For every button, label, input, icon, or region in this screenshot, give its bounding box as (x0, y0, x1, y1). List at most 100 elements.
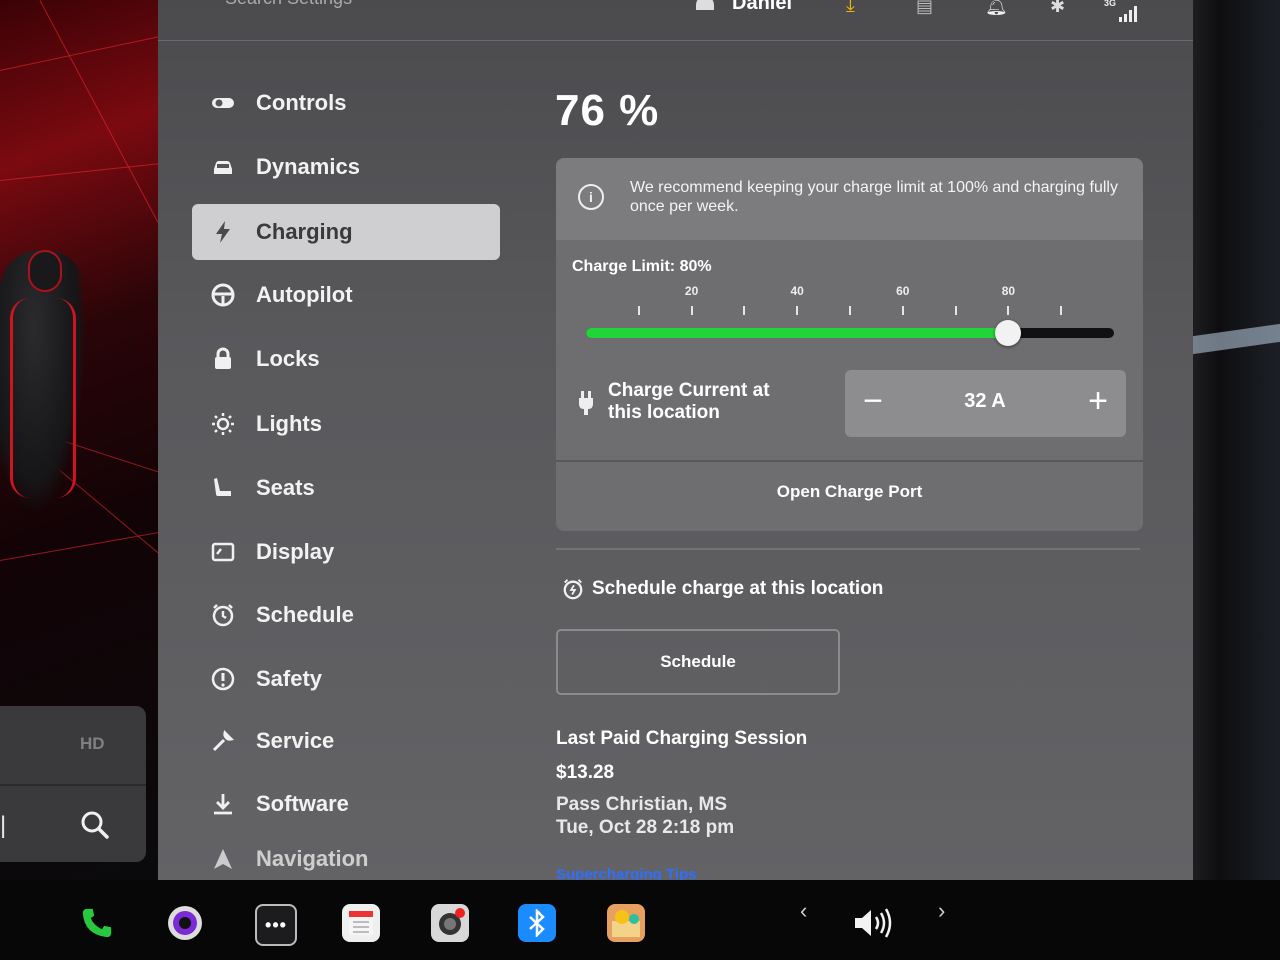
increase-current-button[interactable]: + (1084, 384, 1112, 422)
tick-mark (849, 306, 851, 315)
last-session-title: Last Paid Charging Session (556, 728, 808, 749)
media-player-card[interactable] (0, 706, 146, 862)
wrench-icon (210, 728, 236, 754)
sidebar-item-controls[interactable]: Controls (192, 75, 500, 131)
card-divider (556, 460, 1143, 462)
decrease-current-button[interactable]: − (859, 384, 887, 422)
last-session-amount: $13.28 (556, 762, 615, 783)
recommendation-text: We recommend keeping your charge limit a… (630, 179, 1118, 215)
robot-figure (0, 250, 85, 510)
chevron-right-icon[interactable]: › (938, 898, 945, 924)
chevron-left-icon[interactable]: ‹ (800, 898, 807, 924)
tick-mark (690, 306, 693, 315)
phone-icon[interactable] (78, 904, 116, 942)
tick-label: 20 (684, 284, 699, 298)
supercharging-tips-link[interactable]: Supercharging Tips (556, 866, 697, 880)
charge-limit-scale: 20 40 60 80 (586, 284, 1114, 318)
tick-mark (796, 306, 799, 315)
tick-mark (954, 306, 957, 315)
user-profile-icon[interactable] (696, 0, 714, 10)
alarm-clock-icon (563, 579, 583, 600)
signal-strength-icon (1119, 6, 1137, 22)
tick-label: 60 (896, 284, 910, 298)
network-type-label: 3G (1104, 0, 1117, 8)
recommendation-banner: i We recommend keeping your charge limit… (556, 158, 1143, 240)
calendar-icon[interactable] (342, 904, 380, 942)
section-divider (556, 548, 1140, 550)
more-apps-icon[interactable]: ••• (255, 904, 297, 946)
schedule-heading-text: Schedule charge at this location (592, 578, 884, 599)
charge-limit-slider[interactable] (586, 320, 1114, 346)
volume-icon[interactable] (850, 904, 898, 942)
sidebar-item-label: Display (256, 539, 335, 564)
info-icon: i (578, 184, 604, 210)
battery-percentage: 76 % (555, 86, 660, 135)
steering-wheel-icon (210, 282, 236, 308)
garage-icon[interactable]: ▤ (916, 0, 933, 17)
open-charge-port-button[interactable]: Open Charge Port (556, 482, 1143, 502)
bluetooth-app-icon[interactable] (518, 904, 556, 942)
media-control-icon[interactable]: | (0, 812, 6, 840)
sidebar-item-software[interactable]: Software (192, 776, 500, 832)
charge-limit-thumb[interactable] (995, 320, 1022, 346)
toggle-icon (210, 90, 236, 116)
lightning-icon (210, 219, 236, 245)
sidebar-item-lights[interactable]: Lights (192, 396, 500, 452)
sidebar-item-safety[interactable]: Safety (192, 651, 500, 707)
charge-limit-label: Charge Limit: 80% (572, 258, 712, 275)
charge-current-label: Charge Current at this location (608, 380, 770, 423)
tick-label: 40 (790, 284, 804, 298)
search-icon[interactable] (80, 810, 110, 840)
sidebar-item-label: Locks (256, 346, 320, 371)
last-session-location: Pass Christian, MS (556, 794, 728, 815)
search-settings-field[interactable]: Search Settings (225, 0, 352, 9)
sidebar-item-label: Seats (256, 475, 315, 500)
dashcam-icon[interactable] (431, 904, 469, 942)
alarm-clock-icon (210, 602, 236, 628)
sidebar-item-charging[interactable]: Charging (192, 204, 500, 260)
camera-app-icon[interactable] (166, 904, 204, 942)
sidebar-item-autopilot[interactable]: Autopilot (192, 267, 500, 323)
lock-icon (210, 346, 236, 372)
schedule-button[interactable]: Schedule (556, 629, 840, 695)
sidebar-item-label: Autopilot (256, 282, 353, 307)
sidebar-item-service[interactable]: Service (192, 713, 500, 769)
bluetooth-icon[interactable]: ✱ (1050, 0, 1065, 17)
sidebar-item-label: Service (256, 728, 335, 753)
last-session-date: Tue, Oct 28 2:18 pm (556, 817, 735, 838)
sidebar-item-navigation[interactable]: Navigation (192, 838, 500, 880)
sidebar-item-locks[interactable]: Locks (192, 331, 500, 387)
download-update-icon[interactable]: ⤓ (846, 0, 855, 17)
light-bulb-icon (210, 411, 236, 437)
screen-bezel (1193, 0, 1280, 880)
user-name[interactable]: Daniel (732, 0, 792, 15)
tick-mark (637, 306, 640, 315)
charge-current-stepper: − 32 A + (845, 370, 1126, 437)
sidebar-item-label: Charging (256, 219, 353, 244)
download-icon (210, 791, 236, 817)
tick-mark (743, 306, 746, 315)
tick-mark (901, 306, 904, 315)
hd-radio-icon: HD (80, 734, 105, 753)
tick-mark (1060, 306, 1063, 315)
charge-current-value: 32 A (964, 390, 1006, 412)
sidebar-item-label: Navigation (256, 846, 369, 871)
charge-settings-card: i We recommend keeping your charge limit… (556, 158, 1143, 531)
plug-icon (579, 391, 593, 415)
sidebar-item-label: Dynamics (256, 154, 360, 179)
toybox-icon[interactable] (607, 904, 645, 942)
sidebar-item-seats[interactable]: Seats (192, 460, 500, 516)
sidebar-item-dynamics[interactable]: Dynamics (192, 139, 500, 195)
sidebar-item-label: Controls (256, 90, 347, 115)
tick-label: 80 (1001, 284, 1016, 298)
sidebar-item-display[interactable]: Display (192, 524, 500, 580)
sidebar-item-label: Lights (256, 411, 322, 436)
sidebar-item-label: Software (256, 791, 349, 816)
sidebar-item-schedule[interactable]: Schedule (192, 587, 500, 643)
sidebar-item-label: Schedule (256, 602, 354, 627)
notification-bell-icon[interactable]: 🔔︎ (985, 0, 1008, 17)
sidebar-item-label: Safety (256, 666, 323, 691)
seat-icon (210, 475, 236, 501)
alert-circle-icon (210, 666, 236, 692)
navigation-arrow-icon (210, 846, 236, 872)
